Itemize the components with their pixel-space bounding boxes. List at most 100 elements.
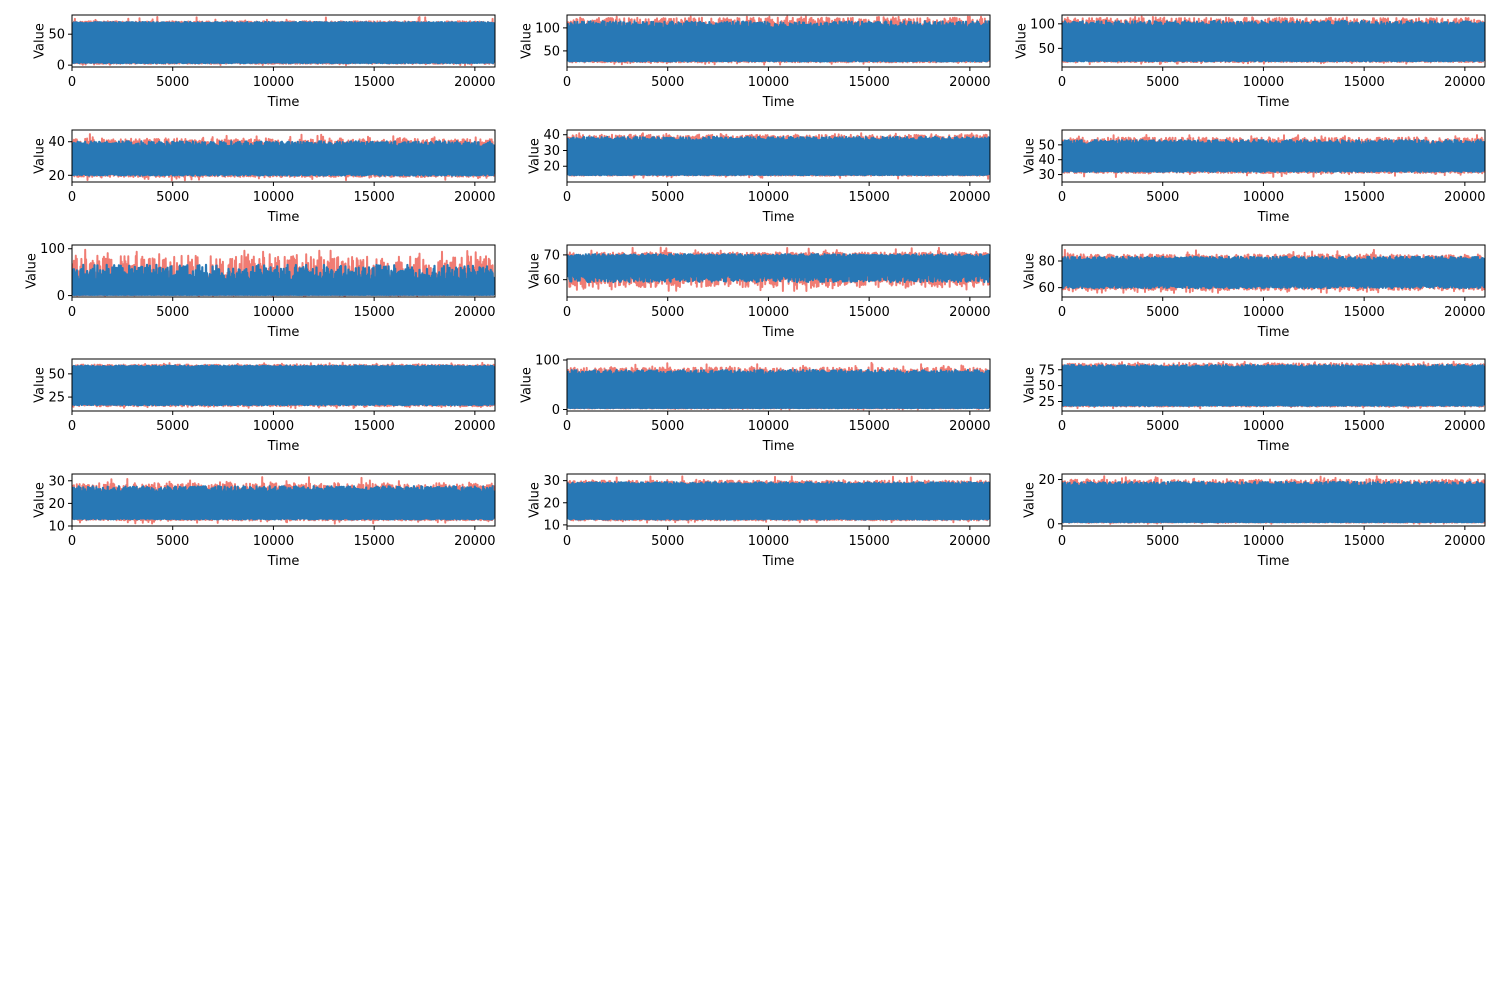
plot-area — [72, 16, 495, 67]
series-fitted-line — [1062, 138, 1485, 173]
plot-area — [1062, 15, 1485, 66]
y-tick-label: 50 — [48, 28, 65, 43]
x-axis-label: Time — [267, 554, 300, 569]
x-tick-label: 15000 — [1343, 190, 1384, 205]
plot-area — [567, 475, 990, 524]
plot-area — [567, 15, 990, 66]
x-tick-label: 10000 — [748, 305, 789, 320]
y-tick-label: 50 — [1038, 138, 1055, 153]
y-axis-label: Value — [1023, 482, 1038, 518]
x-tick-label: 10000 — [1243, 75, 1284, 90]
x-tick-label: 5000 — [156, 75, 189, 90]
x-axis-label: Time — [1257, 554, 1290, 569]
x-tick-label: 5000 — [156, 419, 189, 434]
x-tick-label: 10000 — [253, 190, 294, 205]
y-tick-label: 10 — [48, 520, 65, 535]
x-tick-label: 20000 — [454, 75, 495, 90]
x-tick-label: 0 — [563, 534, 571, 549]
series-fitted-line — [1062, 19, 1485, 63]
series-fitted-line — [72, 21, 495, 65]
x-tick-label: 10000 — [748, 190, 789, 205]
x-tick-label: 20000 — [454, 419, 495, 434]
x-tick-label: 5000 — [1146, 190, 1179, 205]
x-tick-label: 0 — [1058, 305, 1066, 320]
y-tick-label: 0 — [1047, 517, 1055, 532]
x-tick-label: 0 — [1058, 419, 1066, 434]
x-axis-label: Time — [267, 95, 300, 110]
x-tick-label: 5000 — [651, 305, 684, 320]
y-tick-label: 50 — [543, 44, 560, 59]
x-tick-label: 20000 — [949, 534, 990, 549]
x-tick-label: 0 — [563, 75, 571, 90]
x-axis-label: Time — [762, 325, 795, 340]
x-tick-label: 15000 — [848, 75, 889, 90]
y-tick-label: 0 — [57, 59, 65, 74]
x-tick-label: 15000 — [848, 305, 889, 320]
x-tick-label: 0 — [68, 419, 76, 434]
x-tick-label: 0 — [563, 305, 571, 320]
y-axis-label: Value — [528, 253, 543, 289]
x-tick-label: 5000 — [1146, 75, 1179, 90]
y-tick-label: 80 — [1038, 255, 1055, 270]
y-axis-label: Value — [1014, 23, 1029, 59]
x-tick-label: 15000 — [1343, 305, 1384, 320]
x-tick-label: 5000 — [1146, 534, 1179, 549]
y-tick-label: 40 — [48, 135, 65, 150]
x-axis-label: Time — [1257, 325, 1290, 340]
x-tick-label: 15000 — [1343, 75, 1384, 90]
series-fitted-line — [567, 20, 990, 63]
x-axis-label: Time — [1257, 210, 1290, 225]
x-tick-label: 0 — [563, 190, 571, 205]
x-tick-label: 15000 — [1343, 534, 1384, 549]
series-fitted-line — [567, 135, 990, 177]
y-axis-label: Value — [33, 138, 48, 174]
x-axis-label: Time — [762, 95, 795, 110]
x-tick-label: 5000 — [156, 305, 189, 320]
x-tick-label: 10000 — [1243, 305, 1284, 320]
plot-area — [567, 132, 990, 180]
x-axis-label: Time — [762, 210, 795, 225]
y-tick-label: 100 — [40, 242, 65, 257]
y-axis-label: Value — [519, 367, 534, 403]
y-axis-label: Value — [519, 23, 534, 59]
y-tick-label: 10 — [543, 518, 560, 533]
x-tick-label: 5000 — [156, 190, 189, 205]
y-axis-label: Value — [1023, 138, 1038, 174]
x-tick-label: 0 — [1058, 534, 1066, 549]
x-tick-label: 5000 — [651, 190, 684, 205]
x-axis-label: Time — [267, 439, 300, 454]
series-fitted-line — [72, 485, 495, 521]
y-tick-label: 50 — [1038, 379, 1055, 394]
x-tick-label: 15000 — [353, 419, 394, 434]
x-tick-label: 15000 — [848, 190, 889, 205]
y-tick-label: 0 — [57, 289, 65, 304]
y-tick-label: 60 — [543, 273, 560, 288]
y-tick-label: 40 — [1038, 153, 1055, 168]
figure: 0 5000 10000 15000 20000050TimeValue0 5000 100… — [0, 0, 1500, 1000]
x-tick-label: 10000 — [748, 534, 789, 549]
series-fitted-line — [567, 253, 990, 284]
y-tick-label: 0 — [552, 403, 560, 418]
x-tick-label: 10000 — [253, 75, 294, 90]
x-tick-label: 20000 — [949, 75, 990, 90]
x-tick-label: 20000 — [949, 305, 990, 320]
x-tick-label: 15000 — [848, 534, 889, 549]
x-tick-label: 15000 — [353, 190, 394, 205]
x-tick-label: 0 — [1058, 190, 1066, 205]
x-axis-label: Time — [1257, 95, 1290, 110]
x-tick-label: 20000 — [454, 305, 495, 320]
plot-area — [72, 361, 495, 410]
y-tick-label: 20 — [48, 497, 65, 512]
x-tick-label: 15000 — [353, 305, 394, 320]
y-axis-label: Value — [33, 482, 48, 518]
x-tick-label: 0 — [563, 419, 571, 434]
x-tick-label: 10000 — [1243, 534, 1284, 549]
series-fitted-line — [1062, 255, 1485, 290]
y-tick-label: 30 — [1038, 168, 1055, 183]
x-tick-label: 10000 — [748, 419, 789, 434]
y-tick-label: 25 — [1038, 395, 1055, 410]
x-tick-label: 10000 — [253, 419, 294, 434]
y-tick-label: 100 — [535, 21, 560, 36]
y-tick-label: 30 — [48, 474, 65, 489]
y-tick-label: 25 — [48, 391, 65, 406]
